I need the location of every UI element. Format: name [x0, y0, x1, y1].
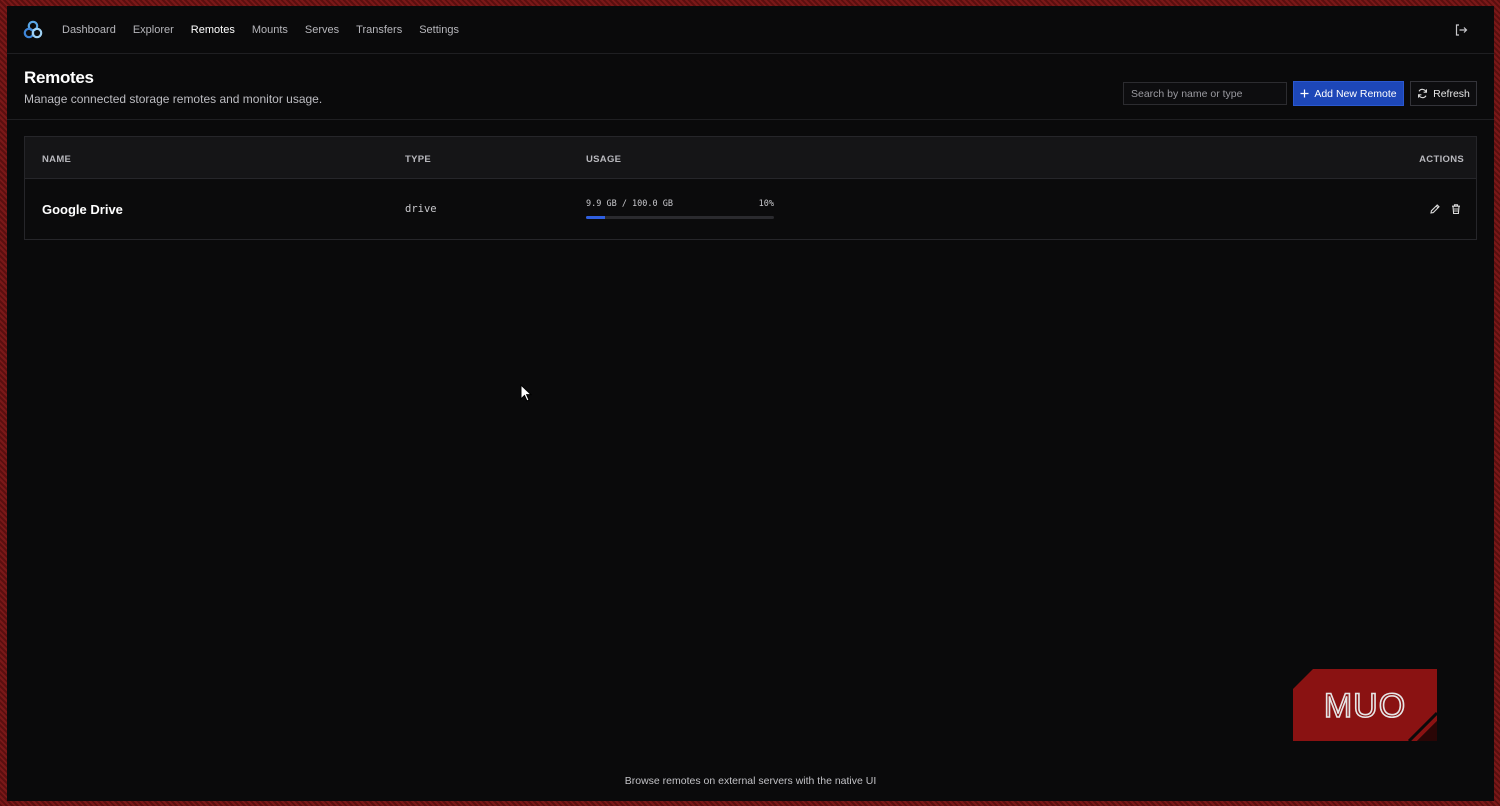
- remotes-table: NAME TYPE USAGE ACTIONS Google Drive dri…: [24, 136, 1477, 240]
- app-window: Dashboard Explorer Remotes Mounts Serves…: [7, 6, 1494, 801]
- table-header: NAME TYPE USAGE ACTIONS: [25, 137, 1476, 179]
- nav-remotes[interactable]: Remotes: [191, 24, 235, 36]
- browse-external-link[interactable]: Browse remotes on external servers with …: [7, 775, 1494, 787]
- usage-meter: 9.9 GB / 100.0 GB 10%: [586, 199, 774, 219]
- nav-dashboard[interactable]: Dashboard: [62, 24, 116, 36]
- usage-percent: 10%: [758, 199, 774, 209]
- nav-explorer[interactable]: Explorer: [133, 24, 174, 36]
- refresh-button[interactable]: Refresh: [1410, 81, 1477, 106]
- rclone-logo-icon[interactable]: [23, 20, 43, 40]
- svg-text:MUO: MUO: [1324, 687, 1406, 725]
- column-header-usage[interactable]: USAGE: [586, 154, 621, 165]
- remote-type: drive: [405, 203, 437, 215]
- page-subtitle: Manage connected storage remotes and mon…: [24, 92, 323, 106]
- edit-icon[interactable]: [1429, 203, 1441, 215]
- logout-icon[interactable]: [1454, 23, 1468, 37]
- column-header-name[interactable]: NAME: [42, 154, 71, 165]
- nav-mounts[interactable]: Mounts: [252, 24, 288, 36]
- refresh-icon: [1418, 88, 1428, 99]
- usage-bar-fill: [586, 216, 605, 219]
- nav-serves[interactable]: Serves: [305, 24, 339, 36]
- table-row[interactable]: Google Drive drive 9.9 GB / 100.0 GB 10%: [25, 179, 1476, 239]
- usage-text: 9.9 GB / 100.0 GB: [586, 199, 673, 209]
- page-header: Remotes Manage connected storage remotes…: [7, 54, 1494, 120]
- plus-icon: [1300, 89, 1309, 98]
- top-navigation: Dashboard Explorer Remotes Mounts Serves…: [7, 6, 1494, 54]
- search-input[interactable]: [1123, 82, 1287, 105]
- add-new-remote-button[interactable]: Add New Remote: [1293, 81, 1404, 106]
- remote-name[interactable]: Google Drive: [42, 202, 123, 217]
- nav-settings[interactable]: Settings: [419, 24, 459, 36]
- refresh-label: Refresh: [1433, 87, 1470, 100]
- trash-icon[interactable]: [1450, 203, 1462, 215]
- column-header-actions: ACTIONS: [1419, 154, 1464, 165]
- nav-menu: Dashboard Explorer Remotes Mounts Serves…: [62, 6, 476, 54]
- column-header-type[interactable]: TYPE: [405, 154, 431, 165]
- usage-bar: [586, 216, 774, 219]
- muo-watermark-logo: MUO: [1293, 669, 1437, 741]
- page-title: Remotes: [24, 68, 94, 87]
- mouse-cursor-icon: [520, 384, 532, 402]
- add-new-remote-label: Add New Remote: [1314, 87, 1397, 100]
- nav-transfers[interactable]: Transfers: [356, 24, 402, 36]
